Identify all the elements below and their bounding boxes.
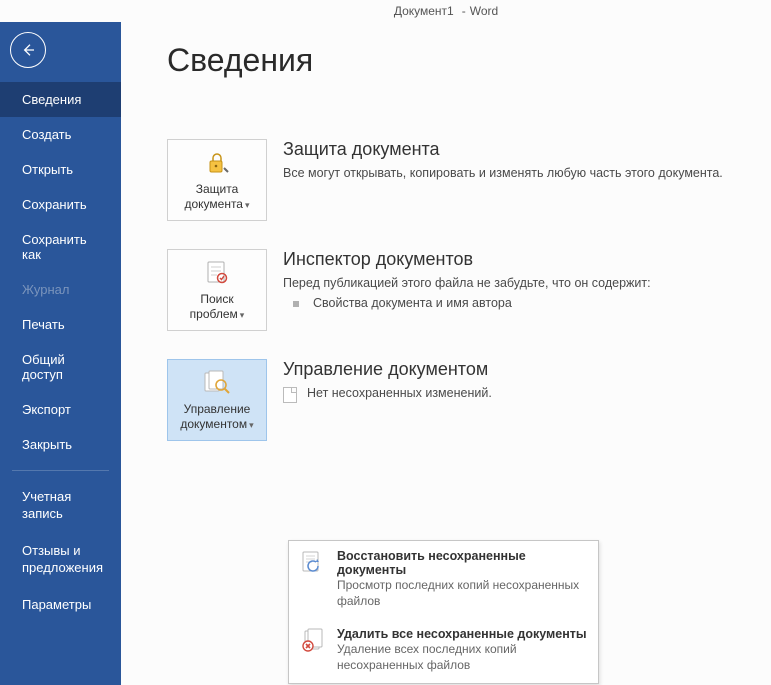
protect-section: Защита документа▾ Защита документа Все м… (167, 139, 761, 221)
nav-save[interactable]: Сохранить (0, 187, 121, 222)
recover-title: Восстановить несохраненные документы (337, 549, 588, 577)
nav-save-as[interactable]: Сохранить как (0, 222, 121, 272)
recover-icon (299, 549, 327, 577)
bullet-icon (293, 301, 299, 307)
chevron-down-icon: ▾ (249, 420, 254, 430)
inspect-icon (205, 258, 229, 288)
nav-open[interactable]: Открыть (0, 152, 121, 187)
nav-account[interactable]: Учетная запись (0, 479, 121, 533)
nav-options[interactable]: Параметры (0, 587, 121, 622)
check-issues-button[interactable]: Поиск проблем▾ (167, 249, 267, 331)
nav-close[interactable]: Закрыть (0, 427, 121, 462)
app-name: Word (470, 4, 498, 18)
protect-desc: Все могут открывать, копировать и изменя… (283, 166, 761, 180)
inspect-title: Инспектор документов (283, 249, 761, 270)
back-arrow-icon (20, 42, 36, 58)
manage-icon (203, 368, 231, 398)
chevron-down-icon: ▾ (245, 200, 250, 210)
recover-unsaved-item[interactable]: Восстановить несохраненные документы Про… (289, 541, 598, 619)
inspect-desc: Перед публикацией этого файла не забудьт… (283, 276, 761, 290)
delete-icon (299, 627, 327, 655)
recover-desc: Просмотр последних копий несохраненных ф… (337, 578, 588, 609)
delete-title: Удалить все несохраненные документы (337, 627, 588, 641)
titlebar: Документ1 - Word (0, 0, 771, 22)
title-separator: - (462, 4, 466, 18)
nav-share[interactable]: Общий доступ (0, 342, 121, 392)
nav-feedback[interactable]: Отзывы и предложения (0, 533, 121, 587)
back-button[interactable] (10, 32, 46, 68)
chevron-down-icon: ▾ (240, 310, 245, 320)
protect-title: Защита документа (283, 139, 761, 160)
manage-document-menu: Восстановить несохраненные документы Про… (288, 540, 599, 684)
doc-name: Документ1 (394, 4, 454, 18)
lock-icon (204, 148, 230, 178)
backstage-sidebar: Сведения Создать Открыть Сохранить Сохра… (0, 22, 121, 685)
delete-unsaved-item[interactable]: Удалить все несохраненные документы Удал… (289, 619, 598, 683)
nav-info[interactable]: Сведения (0, 82, 121, 117)
manage-title: Управление документом (283, 359, 761, 380)
nav-print[interactable]: Печать (0, 307, 121, 342)
manage-none-row: Нет несохраненных изменений. (283, 386, 761, 403)
page-title: Сведения (167, 42, 761, 79)
protect-document-button[interactable]: Защита документа▾ (167, 139, 267, 221)
nav-history: Журнал (0, 272, 121, 307)
delete-desc: Удаление всех последних копий несохранен… (337, 642, 588, 673)
content-pane: Сведения Защита документа▾ (121, 22, 771, 685)
nav-divider (12, 470, 109, 471)
nav-new[interactable]: Создать (0, 117, 121, 152)
document-icon (283, 387, 297, 403)
manage-document-button[interactable]: Управление документом▾ (167, 359, 267, 441)
nav-export[interactable]: Экспорт (0, 392, 121, 427)
manage-section: Управление документом▾ Управление докуме… (167, 359, 761, 441)
inspect-bullet: Свойства документа и имя автора (283, 296, 761, 310)
inspect-section: Поиск проблем▾ Инспектор документов Пере… (167, 249, 761, 331)
